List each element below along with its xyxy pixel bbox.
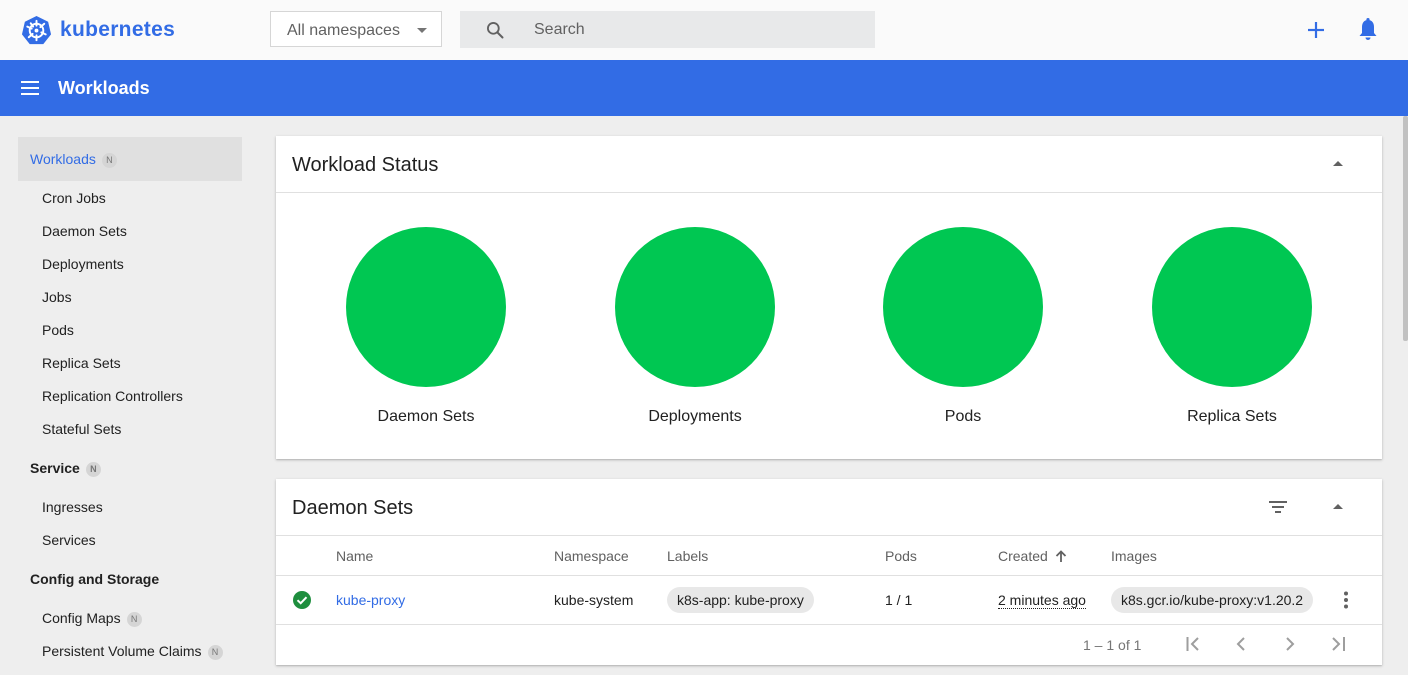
daemon-sets-card: Daemon Sets Name Namespace Labels Pods C… [276,479,1382,665]
namespace-selector[interactable]: All namespaces [270,11,442,47]
sidebar-item-jobs[interactable]: Jobs [42,289,72,305]
filter-icon[interactable] [1269,500,1287,514]
created-cell: 2 minutes ago [998,592,1086,609]
top-toolbar: kubernetes All namespaces [0,0,1408,60]
column-header-namespace[interactable]: Namespace [554,548,629,564]
status-label: Daemon Sets [377,408,475,425]
sidebar-group-label: Service [30,460,80,476]
kubernetes-helm-icon [21,15,52,44]
column-header-label: Created [998,548,1048,564]
sidebar-item-workloads[interactable]: Workloads N [18,137,242,181]
namespaced-badge: N [85,461,101,477]
sidebar-group-service[interactable]: Service N [30,460,101,477]
namespace-selected-value: All namespaces [287,22,400,39]
sidebar-item-pods[interactable]: Pods [42,322,74,338]
search-input[interactable] [534,11,854,48]
workload-status-card: Workload Status Daemon Sets Deployments … [276,136,1382,459]
search-box [460,11,875,48]
sidebar-item-deployments[interactable]: Deployments [42,256,124,272]
menu-icon[interactable] [21,81,39,95]
card-title: Daemon Sets [292,497,414,519]
page-title: Workloads [58,78,150,98]
app-name: kubernetes [60,18,176,41]
sidebar-nav: Workloads N Cron Jobs Daemon Sets Deploym… [0,116,260,675]
status-replica-sets[interactable]: Replica Sets [1132,227,1332,426]
sidebar-item-label: Workloads [30,151,96,167]
first-page-icon[interactable] [1186,637,1202,651]
card-title: Workload Status [292,154,439,176]
check-circle-icon [293,591,311,609]
sidebar-item-label: Persistent Volume Claims [42,643,202,659]
collapse-icon[interactable] [1333,504,1343,509]
sidebar-item-persistent-volume-claims[interactable]: Persistent Volume Claims N [42,643,223,660]
app-header: Workloads [0,60,1408,116]
collapse-icon[interactable] [1333,161,1343,166]
image-chip: k8s.gcr.io/kube-proxy:v1.20.2 [1111,587,1314,613]
status-pie-chart [346,227,506,387]
notifications-bell-icon[interactable] [1356,17,1380,43]
resource-name-link[interactable]: kube-proxy [336,592,405,608]
namespaced-badge: N [207,644,223,660]
label-chip: k8s-app: kube-proxy [667,587,814,613]
column-header-labels: Labels [667,548,709,564]
status-daemon-sets[interactable]: Daemon Sets [326,227,526,426]
status-pods[interactable]: Pods [863,227,1063,426]
sidebar-group-config-and-storage[interactable]: Config and Storage [30,571,159,587]
status-label: Replica Sets [1187,408,1277,425]
column-header-created[interactable]: Created [998,548,1067,564]
status-pie-chart [1152,227,1312,387]
sidebar-item-replication-controllers[interactable]: Replication Controllers [42,388,183,404]
last-page-icon[interactable] [1330,637,1346,651]
add-resource-icon[interactable] [1303,17,1329,43]
sidebar-item-cron-jobs[interactable]: Cron Jobs [42,190,106,206]
namespaced-badge: N [126,611,142,627]
namespace-cell: kube-system [554,592,634,608]
scrollbar[interactable] [1403,116,1408,341]
more-vert-icon[interactable] [1343,591,1349,609]
sort-ascending-icon [1055,550,1066,562]
sidebar-item-config-maps[interactable]: Config Maps N [42,610,142,627]
status-label: Deployments [648,408,742,425]
status-pie-chart [883,227,1043,387]
sidebar-item-stateful-sets[interactable]: Stateful Sets [42,421,121,437]
status-deployments[interactable]: Deployments [595,227,795,426]
column-header-name[interactable]: Name [336,548,373,564]
column-header-images: Images [1111,548,1157,564]
status-label: Pods [944,408,982,425]
sidebar-item-replica-sets[interactable]: Replica Sets [42,355,121,371]
kubernetes-logo[interactable]: kubernetes [21,14,175,46]
divider [276,535,1382,536]
chevron-down-icon [417,28,427,33]
table-row[interactable]: kube-proxy kube-system k8s-app: kube-pro… [276,576,1382,624]
namespaced-badge: N [101,152,117,168]
status-pie-chart [615,227,775,387]
pagination-range: 1 – 1 of 1 [1083,637,1142,653]
previous-page-icon[interactable] [1236,637,1246,651]
next-page-icon[interactable] [1285,637,1295,651]
sidebar-item-label: Config Maps [42,610,121,626]
sidebar-item-services[interactable]: Services [42,532,96,548]
sidebar-item-ingresses[interactable]: Ingresses [42,499,103,515]
column-header-pods: Pods [885,548,917,564]
pods-cell: 1 / 1 [885,592,913,608]
divider [276,192,1382,193]
search-icon [487,22,504,39]
divider [276,624,1382,625]
sidebar-item-daemon-sets[interactable]: Daemon Sets [42,223,127,239]
